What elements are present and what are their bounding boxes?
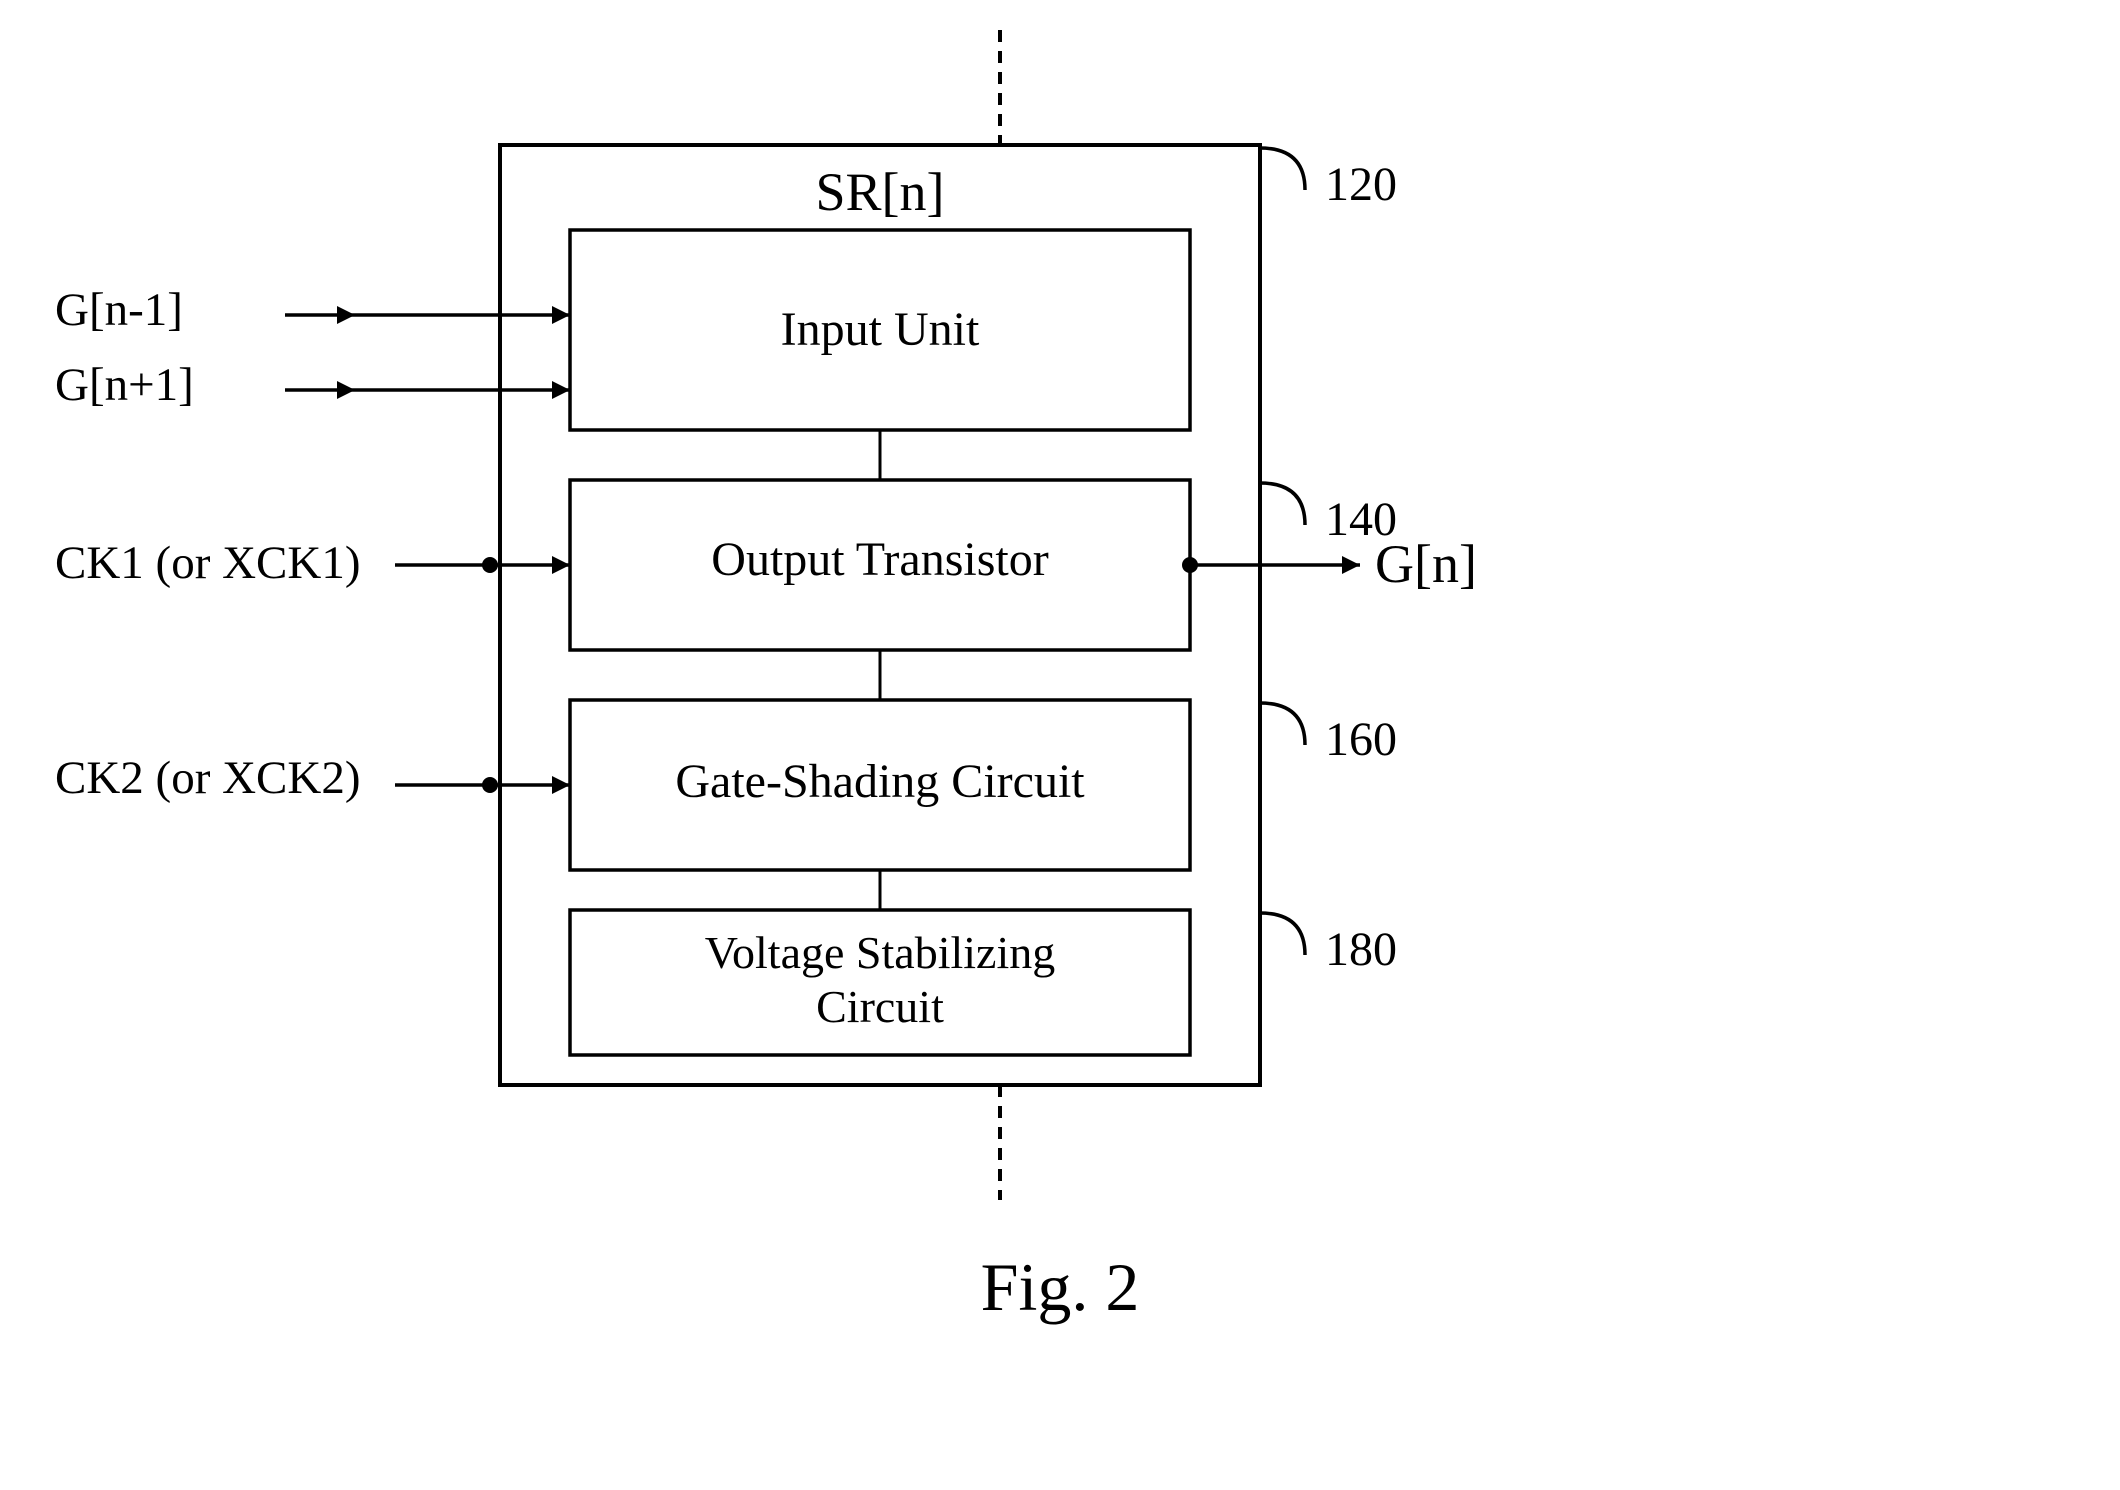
ref-num-140: 140 [1325, 493, 1397, 546]
output-transistor-text: Output Transistor [711, 533, 1048, 586]
g-n-minus1-label: G[n-1] [55, 284, 183, 336]
gate-shading-text: Gate-Shading Circuit [675, 755, 1085, 808]
ref-num-180: 180 [1325, 923, 1397, 976]
ck2-or-xck2-label: CK2 (or XCK2) [55, 752, 360, 804]
ck1-or-xck1-label: CK1 (or XCK1) [55, 537, 360, 589]
input-unit-text: Input Unit [781, 303, 980, 356]
volt-stab-text2: Circuit [816, 981, 944, 1032]
sr-n-label: SR[n] [815, 162, 944, 222]
g-n-plus1-label: G[n+1] [55, 359, 194, 411]
ref-num-160: 160 [1325, 713, 1397, 766]
clean-diagram: SR[n] Input Unit Output Transistor Gate-… [0, 0, 2120, 1485]
ref-num-120: 120 [1325, 158, 1397, 211]
volt-stab-text1: Voltage Stabilizing [705, 927, 1056, 978]
fig2-caption: Fig. 2 [981, 1249, 1140, 1325]
